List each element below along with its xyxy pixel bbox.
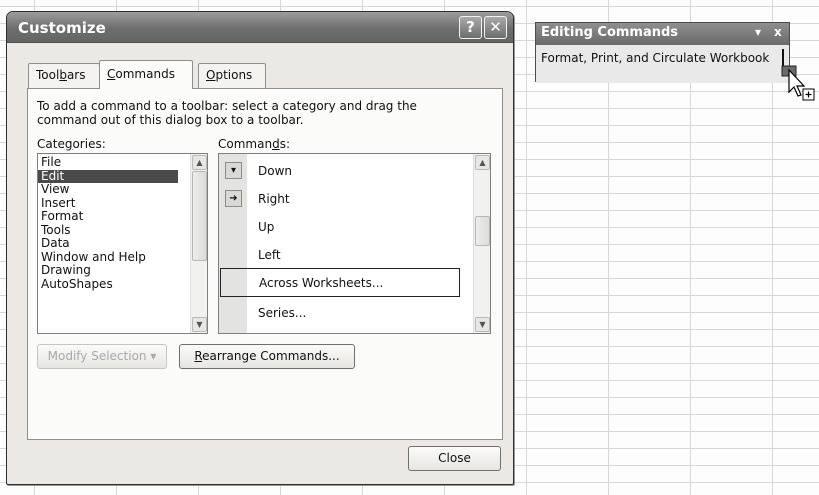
close-window-button[interactable]: ✕ — [484, 16, 507, 39]
categories-listbox[interactable]: File Edit View Insert Format Tools Data … — [37, 153, 208, 334]
arrow-right-icon: ➜ — [225, 190, 242, 207]
command-item[interactable]: Left — [219, 241, 490, 269]
modify-selection-button[interactable]: Modify Selection ▾ — [37, 344, 167, 369]
new-toolbar-button[interactable]: Format, Print, and Circulate Workbook — [541, 51, 769, 65]
help-icon: ? — [466, 18, 475, 36]
label-accelerator: d — [272, 137, 280, 151]
category-item[interactable]: View — [38, 182, 207, 197]
label-part: Comman — [218, 137, 273, 151]
category-item[interactable]: File — [38, 155, 207, 170]
tab-label: ommands — [115, 67, 175, 81]
command-item[interactable]: ▾ Down — [219, 157, 490, 185]
command-label: Down — [258, 164, 293, 178]
tab-toolbars[interactable]: Toolbars — [28, 63, 100, 88]
command-label: Up — [258, 220, 275, 234]
dialog-title-bar[interactable]: Customize — [7, 12, 513, 43]
toolbar-title-bar[interactable]: Editing Commands — [536, 23, 789, 45]
toolbar-content: Format, Print, and Circulate Workbook — [536, 45, 789, 83]
category-item[interactable]: Drawing — [38, 263, 207, 278]
close-icon: ✕ — [489, 18, 502, 36]
scroll-thumb[interactable] — [475, 216, 490, 246]
commands-listbox[interactable]: ▾ Down ➜ Right Up Left Across Worksheets… — [218, 153, 491, 334]
category-item[interactable]: Window and Help — [38, 250, 207, 265]
tab-label-accelerator: b — [59, 68, 67, 82]
tab-label: ptions — [215, 68, 253, 82]
category-item-selected[interactable]: Edit — [38, 169, 178, 183]
tab-commands[interactable]: Commands — [99, 60, 193, 89]
customize-dialog: Customize ? ✕ Toolbars Commands Options … — [6, 11, 514, 485]
command-label: Right — [258, 192, 290, 206]
command-item[interactable]: Series... — [219, 299, 490, 327]
command-item[interactable]: ➜ Right — [219, 185, 490, 213]
button-label: earrange Commands... — [202, 349, 340, 363]
command-label: Across Worksheets... — [259, 276, 384, 290]
commands-label: Commands: — [218, 137, 290, 151]
tab-options[interactable]: Options — [198, 63, 266, 88]
tab-label: Tool — [36, 68, 60, 82]
button-label-accelerator: R — [194, 349, 203, 363]
command-item-selected[interactable]: Across Worksheets... — [220, 268, 460, 297]
close-button[interactable]: Close — [408, 446, 501, 471]
category-item[interactable]: Insert — [38, 196, 207, 211]
help-button[interactable]: ? — [459, 16, 482, 39]
scroll-up-icon[interactable]: ▲ — [475, 155, 490, 170]
command-item[interactable]: Up — [219, 213, 490, 241]
instruction-text: To add a command to a toolbar: select a … — [37, 99, 417, 127]
label-part: s: — [279, 137, 290, 151]
category-item[interactable]: Data — [38, 236, 207, 251]
tab-label: ars — [66, 68, 86, 82]
label-part: ories: — [72, 137, 106, 151]
category-item[interactable]: Format — [38, 209, 207, 224]
dialog-title: Customize — [18, 19, 106, 37]
editing-commands-toolbar[interactable]: Editing Commands ▾ x Format, Print, and … — [535, 22, 790, 83]
command-label: Series... — [258, 306, 307, 320]
scroll-down-icon[interactable]: ▼ — [475, 317, 490, 332]
categories-label: Categories: — [37, 137, 106, 151]
command-label: Left — [258, 248, 281, 262]
scroll-thumb[interactable] — [192, 171, 207, 261]
category-item[interactable]: AutoShapes — [38, 277, 207, 292]
toolbar-options-icon[interactable]: ▾ — [755, 25, 761, 39]
drag-copy-cursor-icon — [781, 65, 815, 101]
commands-scrollbar[interactable]: ▲ ▼ — [473, 154, 490, 333]
arrow-down-icon: ▾ — [225, 162, 242, 179]
categories-scrollbar[interactable]: ▲ ▼ — [190, 154, 207, 333]
label-part: Cate — [37, 137, 65, 151]
rearrange-commands-button[interactable]: Rearrange Commands... — [179, 344, 355, 369]
scroll-up-icon[interactable]: ▲ — [192, 155, 207, 170]
scroll-down-icon[interactable]: ▼ — [192, 317, 207, 332]
category-item[interactable]: Tools — [38, 223, 207, 238]
toolbar-close-icon[interactable]: x — [774, 25, 782, 39]
toolbar-title: Editing Commands — [541, 25, 679, 40]
